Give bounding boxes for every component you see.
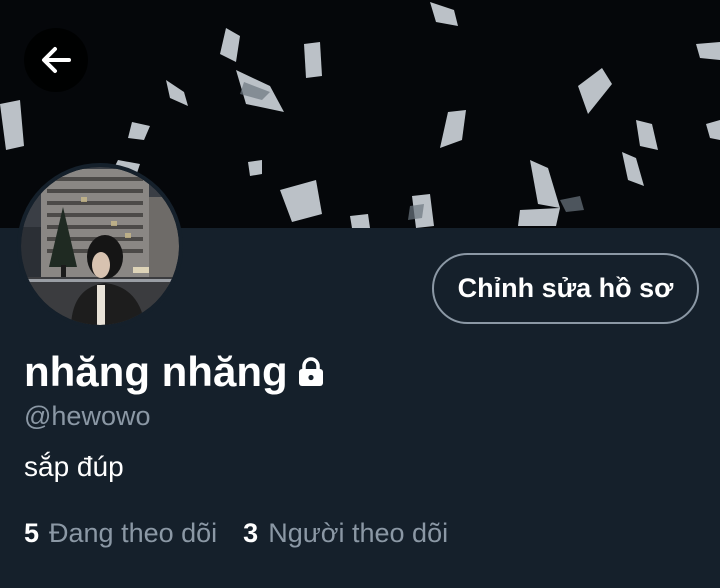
following-link[interactable]: 5 Đang theo dõi [24, 514, 217, 552]
avatar[interactable] [17, 163, 183, 329]
profile-bio: sắp đúp [24, 451, 124, 482]
lock-icon [296, 356, 326, 392]
arrow-left-icon [42, 47, 71, 73]
display-name: nhăng nhăng [24, 348, 288, 395]
following-count: 5 [24, 518, 40, 548]
followers-link[interactable]: 3 Người theo dõi [243, 514, 448, 552]
back-button[interactable] [24, 28, 88, 92]
follow-stats: 5 Đang theo dõi 3 Người theo dõi [24, 514, 448, 552]
followers-count: 3 [243, 518, 259, 548]
following-label: Đang theo dõi [49, 518, 218, 548]
edit-profile-button[interactable]: Chỉnh sửa hồ sơ [432, 253, 699, 324]
avatar-image [21, 167, 179, 325]
display-name-row: nhăng nhăng [24, 346, 326, 398]
followers-label: Người theo dõi [268, 518, 449, 548]
username-handle: @hewowo [24, 401, 151, 431]
